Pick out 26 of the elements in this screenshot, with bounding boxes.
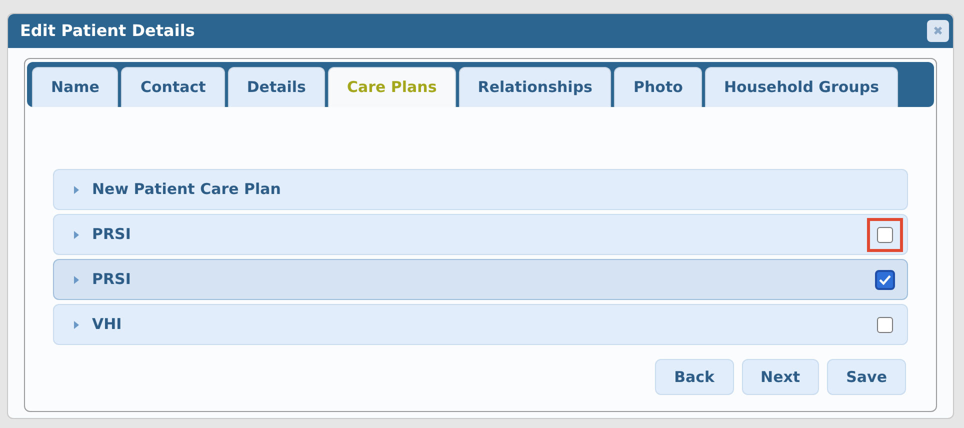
check-icon [879, 274, 891, 284]
caret-icon [74, 186, 79, 194]
tab[interactable]: Photo [614, 67, 702, 107]
care-plan-row[interactable]: New Patient Care Plan [53, 169, 908, 210]
care-plan-row[interactable]: PRSI [53, 259, 908, 300]
tab[interactable]: Name [32, 67, 118, 107]
tab[interactable]: Household Groups [704, 67, 898, 107]
checkbox[interactable] [877, 226, 893, 242]
care-plan-label: VHI [92, 314, 123, 336]
tab[interactable]: Details [228, 67, 325, 107]
care-plan-label: New Patient Care Plan [92, 179, 282, 200]
tab[interactable]: Contact [121, 67, 225, 107]
care-plan-row[interactable]: VHI [53, 304, 908, 345]
window-title: Edit Patient Details [20, 20, 195, 42]
checkbox[interactable] [875, 270, 895, 290]
checkbox[interactable] [877, 316, 893, 332]
action-button[interactable]: Save [827, 359, 906, 395]
action-button[interactable]: Back [655, 359, 734, 395]
tab[interactable]: Relationships [458, 67, 612, 107]
care-plan-label: PRSI [92, 269, 132, 290]
caret-icon [74, 230, 79, 238]
caret-icon [74, 276, 79, 284]
care-plan-label: PRSI [92, 224, 132, 246]
action-button[interactable]: Next [742, 359, 820, 395]
caret-icon [74, 320, 79, 328]
care-plan-row[interactable]: PRSI [53, 214, 908, 255]
